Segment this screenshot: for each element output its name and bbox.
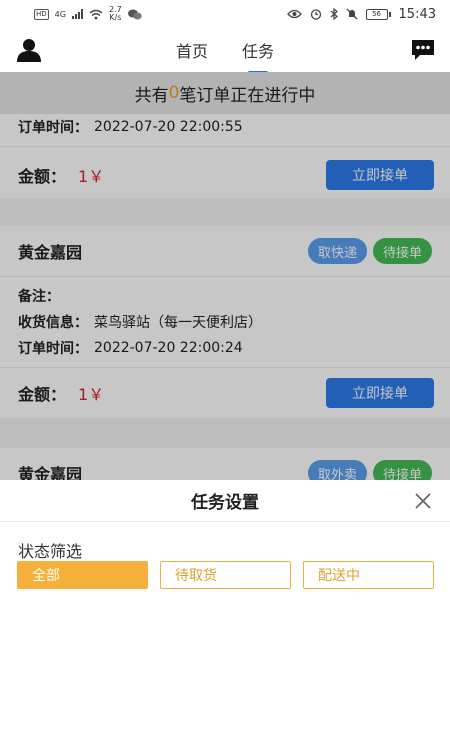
mute-bell-icon — [346, 8, 357, 20]
top-nav: 首页 任务 — [0, 28, 450, 74]
modal-backdrop[interactable] — [0, 72, 450, 480]
close-icon[interactable] — [414, 492, 432, 510]
hd-icon: HD — [34, 8, 49, 20]
status-filter-label: 状态筛选 — [18, 542, 83, 561]
network-speed: 2.7 K/s — [108, 5, 122, 22]
wifi-icon — [89, 9, 103, 19]
tab-bar: 首页 任务 — [174, 34, 276, 74]
eye-icon — [286, 9, 302, 19]
battery-icon: 56 — [365, 8, 391, 20]
bluetooth-icon — [330, 8, 338, 20]
task-settings-sheet: 任务设置 状态筛选 全部 待取货 配送中 — [0, 480, 450, 750]
tab-home[interactable]: 首页 — [174, 34, 210, 66]
tab-tasks[interactable]: 任务 — [240, 34, 276, 74]
user-profile-icon[interactable] — [16, 38, 42, 62]
message-icon[interactable] — [410, 38, 436, 62]
status-bar: HD 4G 2.7 K/s 56 15:43 — [0, 0, 450, 28]
status-filter-group: 全部 待取货 配送中 — [17, 561, 434, 589]
wechat-icon — [127, 9, 142, 19]
alarm-icon — [310, 9, 321, 20]
filter-delivering-button[interactable]: 配送中 — [303, 561, 434, 589]
filter-pending-pickup-button[interactable]: 待取货 — [160, 561, 291, 589]
signal-icon — [71, 9, 83, 19]
network-label: 4G — [54, 9, 66, 19]
sheet-title: 任务设置 — [191, 493, 259, 513]
status-time: 15:43 — [398, 6, 436, 22]
filter-all-button[interactable]: 全部 — [17, 561, 148, 589]
sheet-header: 任务设置 — [0, 480, 450, 522]
